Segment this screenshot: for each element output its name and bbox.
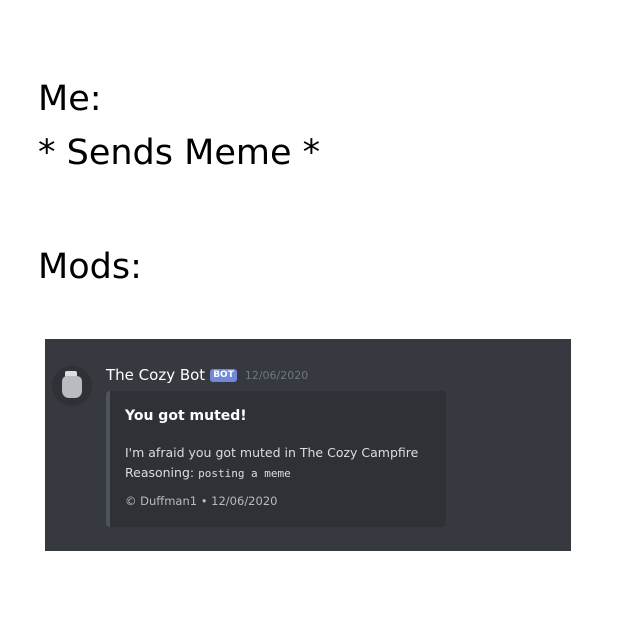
message-timestamp: 12/06/2020	[244, 368, 309, 382]
embed-description: I'm afraid you got muted in The Cozy Cam…	[125, 443, 418, 484]
discord-message-panel: The Cozy Bot BOT 12/06/2020 You got mute…	[45, 339, 571, 551]
embed-reason-line: Reasoning: posting a meme	[125, 463, 418, 484]
embed-description-line: I'm afraid you got muted in The Cozy Cam…	[125, 445, 419, 460]
message-embed: You got muted! I'm afraid you got muted …	[106, 391, 446, 527]
reason-code: posting a meme	[198, 467, 291, 480]
bot-avatar[interactable]	[52, 366, 92, 406]
bot-badge: BOT	[210, 368, 237, 382]
reason-label: Reasoning:	[125, 465, 199, 480]
caption-line-sends-meme: * Sends Meme *	[38, 133, 321, 173]
username[interactable]: The Cozy Bot	[106, 366, 205, 384]
embed-footer: © Duffman1 • 12/06/2020	[125, 494, 278, 508]
caption-line-me: Me:	[38, 79, 102, 119]
embed-title: You got muted!	[125, 408, 247, 424]
caption-line-mods: Mods:	[38, 247, 142, 287]
message-header: The Cozy Bot BOT 12/06/2020	[106, 365, 308, 385]
